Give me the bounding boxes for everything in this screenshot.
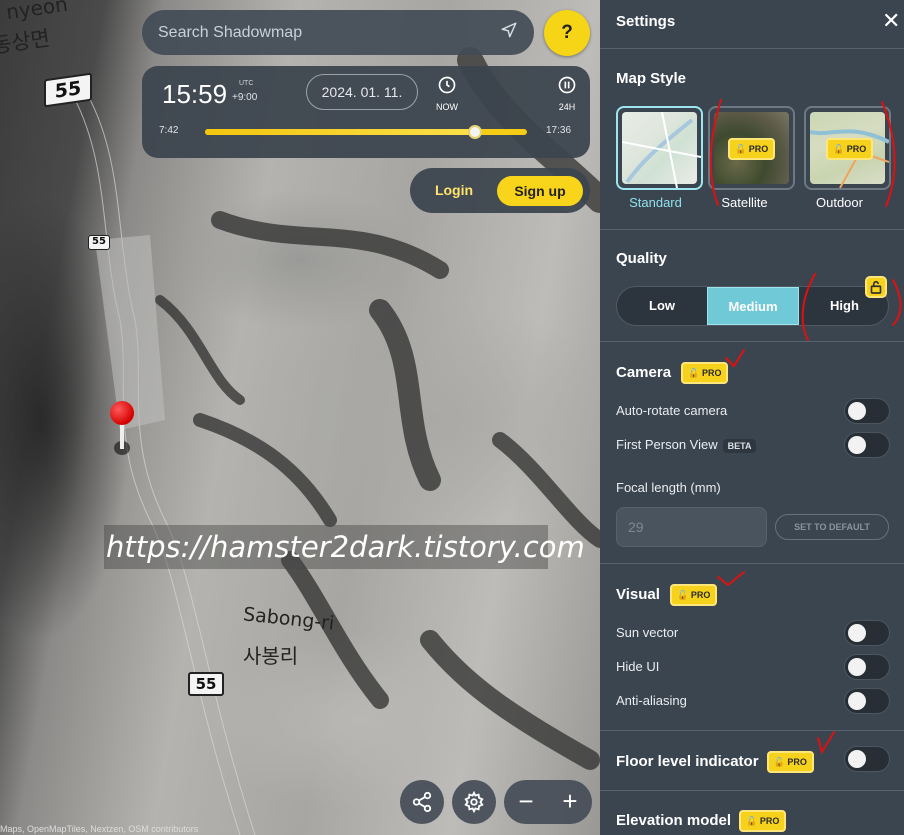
divider [600,48,904,49]
elevation-title-text: Elevation model [616,811,732,829]
map-style-label: Standard [629,195,682,210]
first-person-toggle[interactable] [844,432,890,458]
login-button[interactable]: Login [424,168,484,213]
map-style-standard[interactable] [616,106,703,190]
map-settings-button[interactable] [452,780,496,824]
first-person-label: First Person View BETA [616,437,757,453]
divider [600,730,904,731]
time-slider[interactable] [205,125,527,139]
pro-badge: 🔓 PRO [739,810,787,832]
zoom-out-button[interactable]: − [504,780,548,824]
pro-badge: 🔓 PRO [681,362,729,384]
lock-icon: 🔓 [833,144,845,154]
timezone-offset: +9:00 [232,92,258,103]
zoom-controls: − + [504,780,592,824]
quality-medium[interactable]: Medium [707,287,799,325]
play-24h-button[interactable]: 24H [552,75,582,112]
quality-title: Quality [616,250,667,267]
now-button[interactable]: NOW [432,75,462,112]
time-panel: 15:59 UTC +9:00 2024. 01. 11. NOW 24H 7:… [142,66,590,158]
pro-badge: 🔓 PRO [766,751,814,773]
focal-length-input[interactable]: 29 [616,507,767,547]
location-pin[interactable] [110,401,134,459]
settings-panel: Settings ✕ Map Style 🔓 PRO 🔓 PRO Standar… [600,0,904,835]
pro-badge: 🔓 PRO [670,584,718,606]
place-label-ko: 사봉리 [243,644,299,668]
clock-icon [438,76,456,94]
camera-title-text: Camera [616,363,672,381]
map-style-title: Map Style [616,70,687,87]
hide-ui-toggle[interactable] [844,654,890,680]
zoom-in-button[interactable]: + [548,780,592,824]
quality-selector: Low Medium High [616,286,889,326]
time-slider-handle[interactable] [468,125,483,139]
pause-icon [558,76,576,94]
sun-vector-toggle[interactable] [844,620,890,646]
standard-thumbnail [621,111,701,188]
pin-stem [120,423,124,449]
auto-rotate-toggle[interactable] [844,398,890,424]
h24-label: 24H [558,102,576,112]
divider [600,563,904,564]
watermark-text: https://hamster2dark.tistory.com [104,525,585,569]
pin-head [110,401,134,425]
divider [600,229,904,230]
settings-title: Settings [616,13,676,30]
visual-title: Visual 🔓 PRO [616,584,718,606]
elevation-title: Elevation model 🔓 PRO [616,810,787,832]
clock-time[interactable]: 15:59 [162,79,227,110]
hide-ui-label: Hide UI [616,659,660,674]
timezone-label: UTC [239,80,254,87]
pro-badge: 🔓 PRO [826,138,874,160]
map-attribution[interactable]: Maps, OpenMapTiles, Nextzen, OSM contrib… [0,824,198,834]
sunset-time: 17:36 [546,125,572,136]
search-input[interactable]: Search Shadowmap [158,24,500,42]
floor-level-title: Floor level indicator 🔓 PRO [616,751,814,773]
signup-button[interactable]: Sign up [497,176,583,206]
pro-badge: 🔓 PRO [728,138,776,160]
map-style-satellite[interactable]: 🔓 PRO [708,106,795,190]
divider [600,341,904,342]
floor-level-toggle[interactable] [844,746,890,772]
sunrise-time: 7:42 [159,125,179,136]
visual-title-text: Visual [616,585,660,603]
focal-length-label: Focal length (mm) [616,480,721,495]
anti-aliasing-label: Anti-aliasing [616,693,687,708]
lock-icon [865,276,887,298]
divider [600,790,904,791]
close-icon[interactable]: ✕ [882,8,904,34]
floor-level-title-text: Floor level indicator [616,752,759,770]
road-shield: 55 [88,235,110,250]
road-shield: 55 [188,672,224,696]
gear-icon [464,791,484,813]
map-style-outdoor[interactable]: 🔓 PRO [804,106,891,190]
share-icon [412,791,432,813]
search-bar[interactable]: Search Shadowmap [142,10,534,55]
map-style-label: Outdoor [816,195,863,210]
set-default-button[interactable]: SET TO DEFAULT [775,514,889,540]
sun-vector-label: Sun vector [616,625,679,640]
now-label: NOW [436,102,458,112]
anti-aliasing-toggle[interactable] [844,688,890,714]
help-button[interactable]: ? [544,10,590,56]
navigation-arrow-icon[interactable] [500,21,518,44]
map-style-label: Satellite [721,195,768,210]
auto-rotate-label: Auto-rotate camera [616,403,728,418]
share-button[interactable] [400,780,444,824]
lock-icon: 🔓 [735,144,747,154]
auth-panel: Login Sign up [410,168,590,213]
camera-title: Camera 🔓 PRO [616,362,729,384]
beta-badge: BETA [722,438,757,453]
date-picker[interactable]: 2024. 01. 11. [306,74,418,110]
time-slider-fill [205,129,476,135]
quality-low[interactable]: Low [617,287,707,325]
